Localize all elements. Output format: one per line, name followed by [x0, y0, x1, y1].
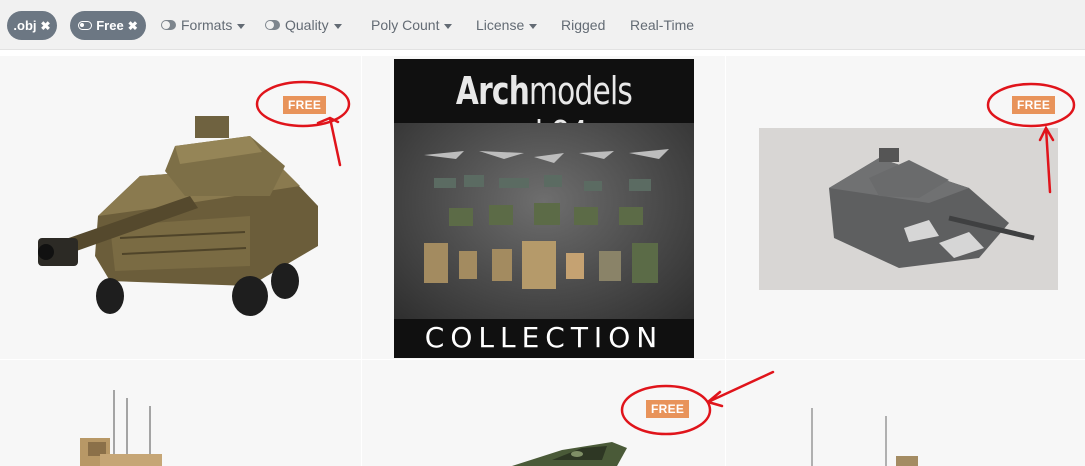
vehicle-thumbnail — [80, 390, 162, 466]
filter-chip-free[interactable]: Free ✖ — [70, 11, 146, 40]
filter-realtime[interactable]: Real-Time — [630, 17, 694, 33]
vehicle-collection-image — [394, 123, 694, 319]
remove-icon[interactable]: ✖ — [41, 20, 51, 32]
model-card-grey-tank[interactable]: FREE — [726, 56, 1085, 359]
filter-license-dropdown[interactable]: License — [476, 17, 538, 33]
filter-formats-dropdown[interactable]: Formats — [161, 17, 246, 33]
filter-chip-label: Free — [96, 18, 124, 33]
toggle-icon — [78, 21, 93, 30]
remove-icon[interactable]: ✖ — [128, 20, 138, 32]
filter-polycount-dropdown[interactable]: Poly Count — [371, 17, 453, 33]
model-card-desert-vehicle[interactable] — [0, 360, 361, 466]
filter-label: Quality — [285, 17, 329, 33]
tank-thumbnail — [759, 128, 1058, 290]
filter-label: License — [476, 17, 525, 33]
model-card-armored-vehicle[interactable] — [726, 360, 1085, 466]
filter-bar: .obj ✖ Free ✖ Formats Quality Poly Count… — [0, 0, 1085, 50]
toggle-icon — [161, 20, 176, 30]
caret-down-icon — [237, 23, 246, 29]
cover-subtitle: COLLECTION — [424, 321, 664, 354]
filter-chip-label: .obj — [13, 18, 37, 33]
vehicle-thumbnail — [811, 408, 918, 466]
model-card-hovercraft[interactable]: FREE — [362, 360, 725, 466]
filter-chip-obj[interactable]: .obj ✖ — [7, 11, 57, 40]
filter-label: Poly Count — [371, 17, 440, 33]
free-badge: FREE — [283, 96, 327, 114]
filter-label: Rigged — [561, 17, 606, 33]
free-badge: FREE — [1012, 96, 1056, 114]
model-card-tan-tank[interactable]: FREE — [0, 56, 361, 359]
archmodels-cover[interactable]: Archmodels vol.84 — [394, 59, 694, 358]
toggle-icon — [265, 20, 280, 30]
filter-label: Formats — [181, 17, 233, 33]
caret-down-icon — [444, 23, 453, 29]
free-badge: FREE — [646, 400, 690, 418]
filter-label: Real-Time — [630, 17, 695, 33]
caret-down-icon — [333, 23, 342, 29]
caret-down-icon — [529, 23, 538, 29]
filter-rigged[interactable]: Rigged — [561, 17, 605, 33]
filter-quality-dropdown[interactable]: Quality — [265, 17, 342, 33]
